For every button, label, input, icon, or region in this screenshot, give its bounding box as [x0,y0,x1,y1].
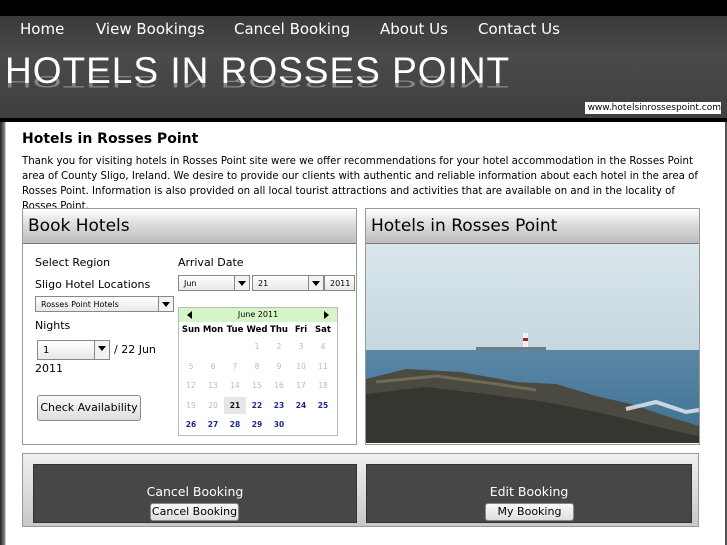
calendar-day: 12 [186,381,196,390]
chevron-down-icon [308,276,323,290]
calendar-day: 2 [276,342,282,351]
calendar-day: 8 [254,361,260,371]
calendar-dow: Mon [202,325,224,335]
booking-actions-frame: Cancel Booking Cancel Booking Edit Booki… [22,453,699,527]
page-title: Hotels in Rosses Point [22,131,199,147]
arrival-year-value: 2011 [330,279,351,288]
calendar-day[interactable]: 27 [202,416,224,433]
calendar-day: 10 [296,361,306,371]
site-logo-reflection: HOTELS IN ROSSES POINT [5,72,511,91]
nav-view-bookings[interactable]: View Bookings [96,20,205,38]
calendar-day[interactable]: 26 [180,416,202,433]
calendar-day[interactable]: 29 [246,416,268,433]
header-divider [0,118,727,122]
calendar-dow: Wed [246,325,268,335]
nav-contact-us[interactable]: Contact Us [478,20,560,38]
next-month-icon[interactable] [324,311,329,319]
checkout-year: 2011 [35,362,63,375]
calendar-day[interactable]: 24 [290,397,312,414]
calendar-dow: Thu [270,325,288,335]
calendar-day[interactable]: 30 [268,416,290,433]
check-availability-button[interactable]: Check Availability [37,395,141,421]
calendar-dow: Sat [315,325,331,335]
select-region-label: Select Region [35,256,111,269]
calendar-day[interactable]: 23 [268,397,290,414]
nights-select[interactable]: 1 [37,340,110,360]
calendar-dow: Sun [181,325,201,335]
site-url: www.hotelsinrossespoint.com [584,102,721,114]
calendar-day: 14 [230,381,240,390]
location-label: Sligo Hotel Locations [35,278,151,291]
book-hotels-title: Book Hotels [23,209,356,244]
calendar-day: 16 [274,381,284,390]
gallery-panel: Hotels in Rosses Point [365,208,700,445]
nav-about-us[interactable]: About Us [380,20,448,38]
top-strip [0,0,727,16]
calendar-dow: Tue [226,325,244,335]
calendar-day: 11 [318,361,328,371]
chevron-down-icon [234,276,249,290]
arrival-month-select[interactable]: Jun [178,275,250,291]
left-edge-shadow [0,122,6,545]
chevron-down-icon [94,341,109,359]
calendar-day: 1 [254,342,260,351]
location-select[interactable]: Rosses Point Hotels [35,296,174,312]
my-booking-button[interactable]: My Booking [485,503,574,521]
arrival-day-value: 21 [258,279,269,288]
site-header: Home View Bookings Cancel Booking About … [0,16,727,118]
nights-select-value: 1 [43,345,50,356]
calendar-day: 19 [186,400,196,410]
cancel-booking-box: Cancel Booking Cancel Booking [33,464,357,523]
calendar-day: 15 [252,381,262,390]
calendar-day[interactable]: 21 [224,396,246,414]
calendar-day: 5 [188,361,194,371]
calendar-day[interactable]: 22 [246,397,268,414]
nights-label: Nights [35,319,71,332]
intro-text: Thank you for visiting hotels in Rosses … [22,156,698,212]
calendar-day: 20 [208,400,218,410]
date-picker-calendar: June 2011 Sun Mon Tue Wed Thu Fri Sat 1 2 3 4 5 6 7 8 9… [178,307,338,436]
calendar-day: 17 [296,381,306,390]
calendar-header: June 2011 [179,308,337,322]
calendar-day[interactable]: 28 [224,416,246,433]
cancel-booking-button[interactable]: Cancel Booking [150,503,239,521]
arrival-date-label: Arrival Date [178,256,244,269]
checkout-date: / 22 Jun [114,343,156,356]
calendar-month-label: June 2011 [237,310,279,319]
calendar-day: 4 [320,342,326,351]
calendar-day: 6 [210,361,216,371]
nav-home[interactable]: Home [20,20,64,38]
nav-cancel-booking[interactable]: Cancel Booking [234,20,350,38]
calendar-day[interactable]: 25 [312,397,334,414]
arrival-month-value: Jun [184,279,197,288]
chevron-down-icon [158,297,173,311]
calendar-day: 7 [232,361,238,371]
arrival-year-select[interactable]: 2011 [324,275,355,291]
calendar-day: 13 [208,381,218,390]
calendar-day: 3 [298,342,304,351]
edit-booking-box: Edit Booking My Booking [366,464,692,523]
calendar-day: 18 [318,381,328,390]
arrival-day-select[interactable]: 21 [252,275,324,291]
calendar-day: 9 [276,361,282,371]
gallery-title: Hotels in Rosses Point [366,209,699,244]
cancel-booking-title: Cancel Booking [146,484,244,499]
location-select-value: Rosses Point Hotels [41,300,119,309]
coastline-photo [366,244,699,443]
edit-booking-title: Edit Booking [489,484,569,499]
calendar-dow: Fri [294,325,308,335]
